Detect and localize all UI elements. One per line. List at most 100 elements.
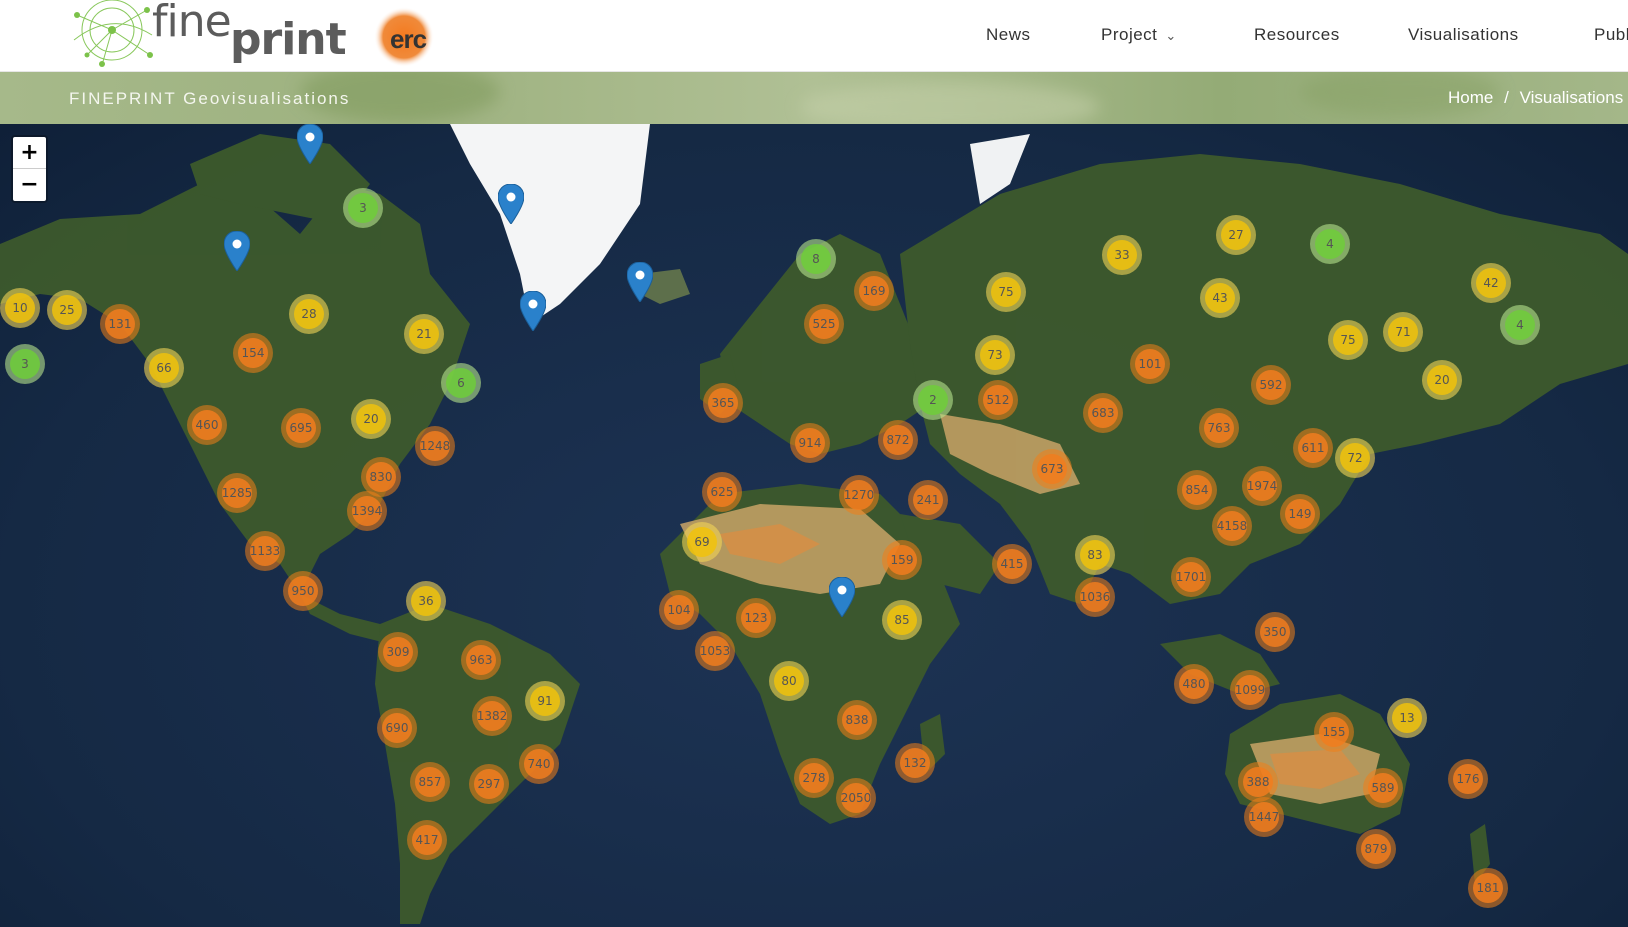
marker-cluster[interactable]: 857 bbox=[410, 762, 450, 802]
marker-cluster[interactable]: 1036 bbox=[1075, 577, 1115, 617]
marker-cluster[interactable]: 278 bbox=[794, 758, 834, 798]
marker-cluster[interactable]: 101 bbox=[1130, 344, 1170, 384]
marker-cluster[interactable]: 611 bbox=[1293, 428, 1333, 468]
marker-cluster[interactable]: 365 bbox=[703, 383, 743, 423]
marker-cluster[interactable]: 181 bbox=[1468, 868, 1508, 908]
marker-cluster[interactable]: 1248 bbox=[415, 426, 455, 466]
marker-cluster[interactable]: 460 bbox=[187, 405, 227, 445]
marker-cluster[interactable]: 2050 bbox=[836, 778, 876, 818]
marker-cluster[interactable]: 673 bbox=[1032, 449, 1072, 489]
marker-cluster[interactable]: 149 bbox=[1280, 494, 1320, 534]
marker-cluster[interactable]: 28 bbox=[289, 294, 329, 334]
nav-news[interactable]: News bbox=[986, 25, 1031, 45]
marker-cluster[interactable]: 1099 bbox=[1230, 670, 1270, 710]
marker-cluster[interactable]: 1701 bbox=[1171, 557, 1211, 597]
marker-cluster[interactable]: 763 bbox=[1199, 408, 1239, 448]
marker-cluster[interactable]: 80 bbox=[769, 661, 809, 701]
marker-cluster[interactable]: 1394 bbox=[347, 491, 387, 531]
marker-cluster[interactable]: 625 bbox=[702, 472, 742, 512]
marker-cluster[interactable]: 1285 bbox=[217, 473, 257, 513]
marker-cluster[interactable]: 85 bbox=[882, 600, 922, 640]
marker-cluster[interactable]: 963 bbox=[461, 640, 501, 680]
marker-cluster[interactable]: 695 bbox=[281, 408, 321, 448]
map-marker-icon[interactable] bbox=[498, 184, 524, 224]
marker-cluster[interactable]: 154 bbox=[233, 333, 273, 373]
marker-cluster[interactable]: 241 bbox=[908, 480, 948, 520]
marker-cluster[interactable]: 4 bbox=[1500, 305, 1540, 345]
marker-cluster[interactable]: 914 bbox=[790, 423, 830, 463]
breadcrumb-home[interactable]: Home bbox=[1448, 88, 1493, 107]
marker-cluster[interactable]: 132 bbox=[895, 743, 935, 783]
world-map[interactable]: + − 3 10 25 131 3 66 154 28 21 6 460 695 20 1248 830 12… bbox=[0, 124, 1628, 927]
nav-project[interactable]: Project ⌄ bbox=[1101, 25, 1177, 45]
marker-cluster[interactable]: 21 bbox=[404, 314, 444, 354]
marker-cluster[interactable]: 3 bbox=[343, 188, 383, 228]
marker-cluster[interactable]: 43 bbox=[1200, 278, 1240, 318]
marker-cluster[interactable]: 854 bbox=[1177, 470, 1217, 510]
marker-cluster[interactable]: 20 bbox=[351, 399, 391, 439]
marker-cluster[interactable]: 1382 bbox=[472, 696, 512, 736]
zoom-in-button[interactable]: + bbox=[13, 137, 46, 169]
marker-cluster[interactable]: 589 bbox=[1363, 768, 1403, 808]
marker-cluster[interactable]: 83 bbox=[1075, 535, 1115, 575]
marker-cluster[interactable]: 388 bbox=[1238, 762, 1278, 802]
marker-cluster[interactable]: 879 bbox=[1356, 829, 1396, 869]
marker-cluster[interactable]: 131 bbox=[100, 304, 140, 344]
marker-cluster[interactable]: 1133 bbox=[245, 531, 285, 571]
marker-cluster[interactable]: 155 bbox=[1314, 712, 1354, 752]
marker-cluster[interactable]: 66 bbox=[144, 348, 184, 388]
marker-cluster[interactable]: 740 bbox=[519, 744, 559, 784]
marker-cluster[interactable]: 950 bbox=[283, 571, 323, 611]
marker-cluster[interactable]: 683 bbox=[1083, 393, 1123, 433]
marker-cluster[interactable]: 169 bbox=[854, 271, 894, 311]
marker-cluster[interactable]: 4158 bbox=[1212, 506, 1252, 546]
marker-cluster[interactable]: 123 bbox=[736, 598, 776, 638]
marker-cluster[interactable]: 6 bbox=[441, 363, 481, 403]
marker-cluster[interactable]: 71 bbox=[1383, 312, 1423, 352]
zoom-out-button[interactable]: − bbox=[13, 169, 46, 200]
marker-cluster[interactable]: 350 bbox=[1255, 612, 1295, 652]
marker-cluster[interactable]: 176 bbox=[1448, 759, 1488, 799]
marker-cluster[interactable]: 592 bbox=[1251, 365, 1291, 405]
marker-cluster[interactable]: 1447 bbox=[1244, 797, 1284, 837]
marker-cluster[interactable]: 1053 bbox=[695, 631, 735, 671]
marker-cluster[interactable]: 91 bbox=[525, 681, 565, 721]
marker-cluster[interactable]: 512 bbox=[978, 380, 1018, 420]
marker-cluster[interactable]: 27 bbox=[1216, 215, 1256, 255]
marker-cluster[interactable]: 2 bbox=[913, 380, 953, 420]
marker-cluster[interactable]: 525 bbox=[804, 304, 844, 344]
marker-cluster[interactable]: 75 bbox=[986, 272, 1026, 312]
marker-cluster[interactable]: 480 bbox=[1174, 664, 1214, 704]
marker-cluster[interactable]: 20 bbox=[1422, 360, 1462, 400]
map-marker-icon[interactable] bbox=[520, 291, 546, 331]
marker-cluster[interactable]: 69 bbox=[682, 522, 722, 562]
map-marker-icon[interactable] bbox=[224, 231, 250, 271]
marker-cluster[interactable]: 36 bbox=[406, 581, 446, 621]
marker-cluster[interactable]: 690 bbox=[377, 708, 417, 748]
marker-cluster[interactable]: 72 bbox=[1335, 438, 1375, 478]
map-marker-icon[interactable] bbox=[297, 124, 323, 164]
breadcrumb-visualisations[interactable]: Visualisations bbox=[1520, 88, 1624, 107]
marker-cluster[interactable]: 309 bbox=[378, 632, 418, 672]
nav-publications[interactable]: Publ bbox=[1594, 25, 1628, 45]
nav-resources[interactable]: Resources bbox=[1254, 25, 1340, 45]
marker-cluster[interactable]: 13 bbox=[1387, 698, 1427, 738]
marker-cluster[interactable]: 3 bbox=[5, 344, 45, 384]
nav-visualisations[interactable]: Visualisations bbox=[1408, 25, 1519, 45]
marker-cluster[interactable]: 33 bbox=[1102, 235, 1142, 275]
marker-cluster[interactable]: 73 bbox=[975, 335, 1015, 375]
marker-cluster[interactable]: 1974 bbox=[1242, 466, 1282, 506]
map-marker-icon[interactable] bbox=[627, 262, 653, 302]
marker-cluster[interactable]: 159 bbox=[882, 540, 922, 580]
marker-cluster[interactable]: 4 bbox=[1310, 224, 1350, 264]
marker-cluster[interactable]: 838 bbox=[837, 700, 877, 740]
marker-cluster[interactable]: 104 bbox=[659, 590, 699, 630]
marker-cluster[interactable]: 8 bbox=[796, 239, 836, 279]
marker-cluster[interactable]: 10 bbox=[0, 288, 40, 328]
marker-cluster[interactable]: 872 bbox=[878, 420, 918, 460]
map-marker-icon[interactable] bbox=[829, 577, 855, 617]
marker-cluster[interactable]: 1270 bbox=[839, 475, 879, 515]
marker-cluster[interactable]: 42 bbox=[1471, 263, 1511, 303]
marker-cluster[interactable]: 25 bbox=[47, 290, 87, 330]
marker-cluster[interactable]: 417 bbox=[407, 820, 447, 860]
